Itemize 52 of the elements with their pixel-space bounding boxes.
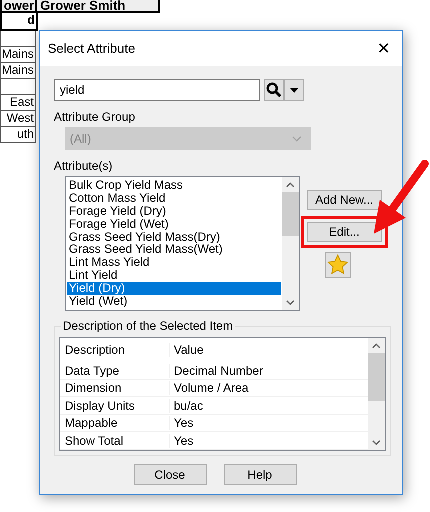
list-item[interactable]: Bulk Crop Yield Mass — [67, 179, 281, 192]
sheet-cell: uth — [0, 127, 36, 143]
list-item[interactable]: Lint Mass Yield — [67, 256, 281, 270]
field-label: Attribute Group — [54, 110, 136, 124]
scroll-up-icon[interactable] — [372, 343, 381, 349]
table-cell-text: Volume / Area — [173, 381, 249, 396]
list-item[interactable]: Yield (Wet) — [67, 295, 281, 308]
list-item[interactable]: Grass Seed Yield Mass(Dry) — [67, 230, 281, 244]
chevron-down-icon — [292, 136, 302, 142]
close-button[interactable]: ✕ — [366, 34, 402, 64]
table-cell-text: Yes — [173, 416, 194, 430]
table-cell-text: Decimal Number — [173, 364, 264, 378]
dialog-button[interactable]: Edit... — [307, 222, 382, 242]
table-cell-text: Yes — [173, 434, 194, 448]
list-item[interactable]: Yield (Dry) — [67, 282, 281, 296]
dialog-button[interactable]: Add New... — [307, 190, 382, 210]
table-cell: Display Units — [60, 398, 170, 413]
sheet-cell: Mains — [0, 63, 36, 79]
table-cell: Dimension — [60, 381, 170, 396]
scrollbar[interactable] — [282, 177, 299, 310]
table-cell: Mappable — [60, 416, 170, 430]
sheet-cell: Grower Smith — [37, 0, 160, 13]
search-icon — [266, 82, 282, 98]
table-cell-text: bu/ac — [173, 398, 204, 413]
scroll-up-icon[interactable] — [286, 182, 295, 188]
sheet-cell: East — [0, 95, 36, 111]
sheet-cell: Mains — [0, 47, 36, 63]
sheet-cell: ower — [0, 0, 38, 13]
field-label: Attribute(s) — [54, 159, 114, 173]
dialog-button[interactable]: Close — [134, 464, 206, 485]
list-item[interactable]: Grass Seed Yield Mass(Wet) — [67, 243, 281, 256]
list-item[interactable]: Cotton Mass Yield — [67, 192, 281, 205]
list-item[interactable]: Lint Yield — [67, 269, 281, 282]
table-cell: Show Total — [60, 434, 170, 448]
list-item[interactable]: Forage Yield (Wet) — [67, 218, 281, 231]
caret-icon — [290, 88, 298, 92]
scroll-down-icon[interactable] — [372, 440, 381, 446]
search-field[interactable]: yield — [54, 79, 260, 101]
column-header[interactable]: Description — [60, 343, 170, 358]
star-icon — [327, 254, 349, 276]
table-cell: Data Type — [60, 364, 170, 378]
dropdown-button[interactable] — [284, 79, 304, 101]
scrollbar[interactable] — [368, 338, 385, 450]
window-title: Select Attribute — [48, 41, 136, 56]
search-button[interactable] — [264, 79, 284, 101]
list-item[interactable]: Forage Yield (Dry) — [67, 204, 281, 218]
sheet-cell: d — [0, 13, 38, 31]
group-title: Description of the Selected Item — [61, 319, 236, 333]
dialog-button[interactable]: Help — [224, 464, 296, 485]
scroll-down-icon[interactable] — [286, 300, 295, 306]
sheet-cell: West — [0, 111, 36, 127]
column-header[interactable]: Value — [170, 343, 204, 358]
